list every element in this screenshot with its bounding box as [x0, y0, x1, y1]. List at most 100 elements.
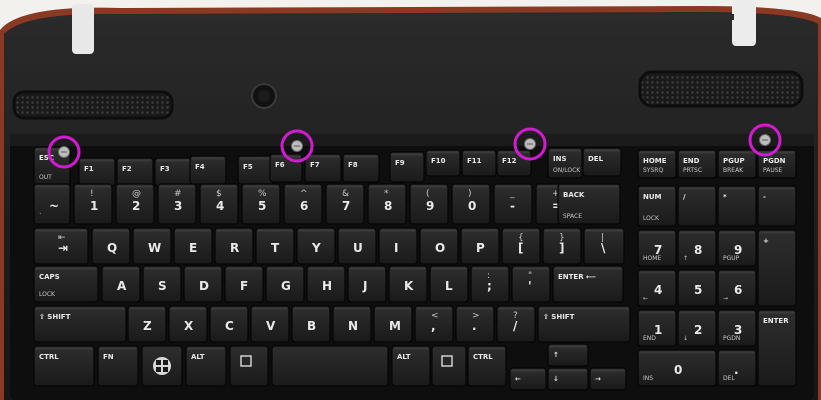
key-quote[interactable]: "': [511, 265, 551, 303]
key-np-slash[interactable]: /: [677, 185, 717, 227]
key-l[interactable]: L: [429, 265, 469, 303]
key-del[interactable]: DEL: [582, 147, 622, 177]
key-minus[interactable]: _-: [493, 183, 533, 225]
key-i[interactable]: I: [378, 227, 418, 265]
key-np9[interactable]: 9PGUP: [717, 229, 757, 267]
key-rctrl[interactable]: CTRL: [467, 345, 507, 387]
key-g[interactable]: G: [265, 265, 305, 303]
key-f8[interactable]: F8: [342, 153, 380, 183]
key-t[interactable]: T: [255, 227, 295, 265]
key-x[interactable]: X: [168, 305, 208, 343]
key-np-dot[interactable]: .DEL: [717, 349, 757, 387]
key-b[interactable]: B: [291, 305, 331, 343]
key-1[interactable]: !1: [73, 183, 113, 225]
key-lbracket[interactable]: {[: [501, 227, 541, 265]
key-np-enter[interactable]: ENTER: [757, 309, 797, 387]
key-ralt[interactable]: ALT: [391, 345, 431, 387]
key-f12[interactable]: F12: [496, 149, 532, 177]
key-e[interactable]: E: [173, 227, 213, 265]
key-left[interactable]: ←: [509, 367, 547, 391]
key-3[interactable]: #3: [157, 183, 197, 225]
key-np-minus[interactable]: -: [757, 185, 797, 227]
key-f[interactable]: F: [224, 265, 264, 303]
key-f10[interactable]: F10: [425, 149, 461, 177]
key-np1[interactable]: 1END: [637, 309, 677, 347]
key-d[interactable]: D: [183, 265, 223, 303]
key-menu-right[interactable]: [431, 345, 467, 387]
key-menu[interactable]: [229, 345, 269, 387]
key-np-plus[interactable]: +: [757, 229, 797, 307]
key-o[interactable]: O: [419, 227, 459, 265]
key-slash[interactable]: ?/: [496, 305, 536, 343]
key-f9[interactable]: F9: [389, 151, 425, 183]
key-f5[interactable]: F5: [237, 155, 275, 185]
key-tab[interactable]: ⇤⇥: [33, 227, 89, 265]
key-home[interactable]: HOME SYSRQ: [637, 149, 677, 179]
key-c[interactable]: C: [209, 305, 249, 343]
key-f7[interactable]: F7: [304, 153, 342, 183]
key-y[interactable]: Y: [296, 227, 336, 265]
key-semicolon[interactable]: :;: [470, 265, 510, 303]
key-ctrl[interactable]: CTRL: [33, 345, 95, 387]
key-8[interactable]: *8: [367, 183, 407, 225]
key-numlock[interactable]: NUM LOCK: [637, 185, 677, 227]
key-backslash[interactable]: |\: [583, 227, 625, 265]
key-j[interactable]: J: [347, 265, 387, 303]
key-rbracket[interactable]: }]: [542, 227, 582, 265]
key-z[interactable]: Z: [127, 305, 167, 343]
key-f1[interactable]: F1: [78, 157, 116, 187]
key-s[interactable]: S: [142, 265, 182, 303]
key-w[interactable]: W: [132, 227, 172, 265]
key-backspace[interactable]: BACK SPACE: [557, 183, 621, 225]
key-down[interactable]: ↓: [547, 367, 589, 391]
key-end[interactable]: END PRTSC: [677, 149, 717, 179]
key-f11-label: F11: [467, 157, 482, 165]
key-f2[interactable]: F2: [116, 157, 154, 187]
key-period[interactable]: >.: [455, 305, 495, 343]
key-np8[interactable]: 8↑: [677, 229, 717, 267]
key-m[interactable]: M: [373, 305, 413, 343]
key-k[interactable]: K: [388, 265, 428, 303]
key-space[interactable]: [271, 345, 389, 387]
key-a[interactable]: A: [101, 265, 141, 303]
key-np3[interactable]: 3PGDN: [717, 309, 757, 347]
key-5[interactable]: %5: [241, 183, 281, 225]
key-windows[interactable]: [141, 345, 183, 387]
key-rshift[interactable]: ⇧ SHIFT: [537, 305, 631, 343]
key-np7[interactable]: 7HOME: [637, 229, 677, 267]
key-f11[interactable]: F11: [461, 149, 497, 177]
key-9[interactable]: (9: [409, 183, 449, 225]
key-7-shift-label: &: [342, 189, 349, 199]
key-f3[interactable]: F3: [154, 157, 192, 187]
key-enter[interactable]: ENTER ⟵: [552, 265, 624, 303]
key-2[interactable]: @2: [115, 183, 155, 225]
key-np0[interactable]: 0 INS: [637, 349, 717, 387]
key-u[interactable]: U: [337, 227, 377, 265]
key-right[interactable]: →: [589, 367, 627, 391]
key-np4[interactable]: 4←: [637, 269, 677, 307]
key-ins[interactable]: INS ON/LOCK: [547, 147, 583, 179]
key-n[interactable]: N: [332, 305, 372, 343]
key-lshift[interactable]: ⇧ SHIFT: [33, 305, 127, 343]
key-fn[interactable]: FN: [97, 345, 139, 387]
key-6[interactable]: ^6: [283, 183, 323, 225]
key-np5[interactable]: 5: [677, 269, 717, 307]
key-0[interactable]: )0: [451, 183, 491, 225]
key-f4[interactable]: F4: [189, 155, 227, 185]
key-v[interactable]: V: [250, 305, 290, 343]
key-7[interactable]: &7: [325, 183, 365, 225]
key-comma[interactable]: <,: [414, 305, 454, 343]
key-r[interactable]: R: [214, 227, 254, 265]
key-4[interactable]: $4: [199, 183, 239, 225]
key-up[interactable]: ↑: [547, 343, 589, 367]
key-caps[interactable]: CAPS LOCK: [33, 265, 99, 303]
key-alt[interactable]: ALT: [185, 345, 227, 387]
key-q[interactable]: Q: [91, 227, 131, 265]
key-tilde[interactable]: ~`: [33, 183, 71, 225]
key-h[interactable]: H: [306, 265, 346, 303]
key-np2[interactable]: 2↓: [677, 309, 717, 347]
key-pgup[interactable]: PGUP BREAK: [717, 149, 757, 179]
key-p[interactable]: P: [460, 227, 500, 265]
key-np6[interactable]: 6→: [717, 269, 757, 307]
key-np-star[interactable]: *: [717, 185, 757, 227]
